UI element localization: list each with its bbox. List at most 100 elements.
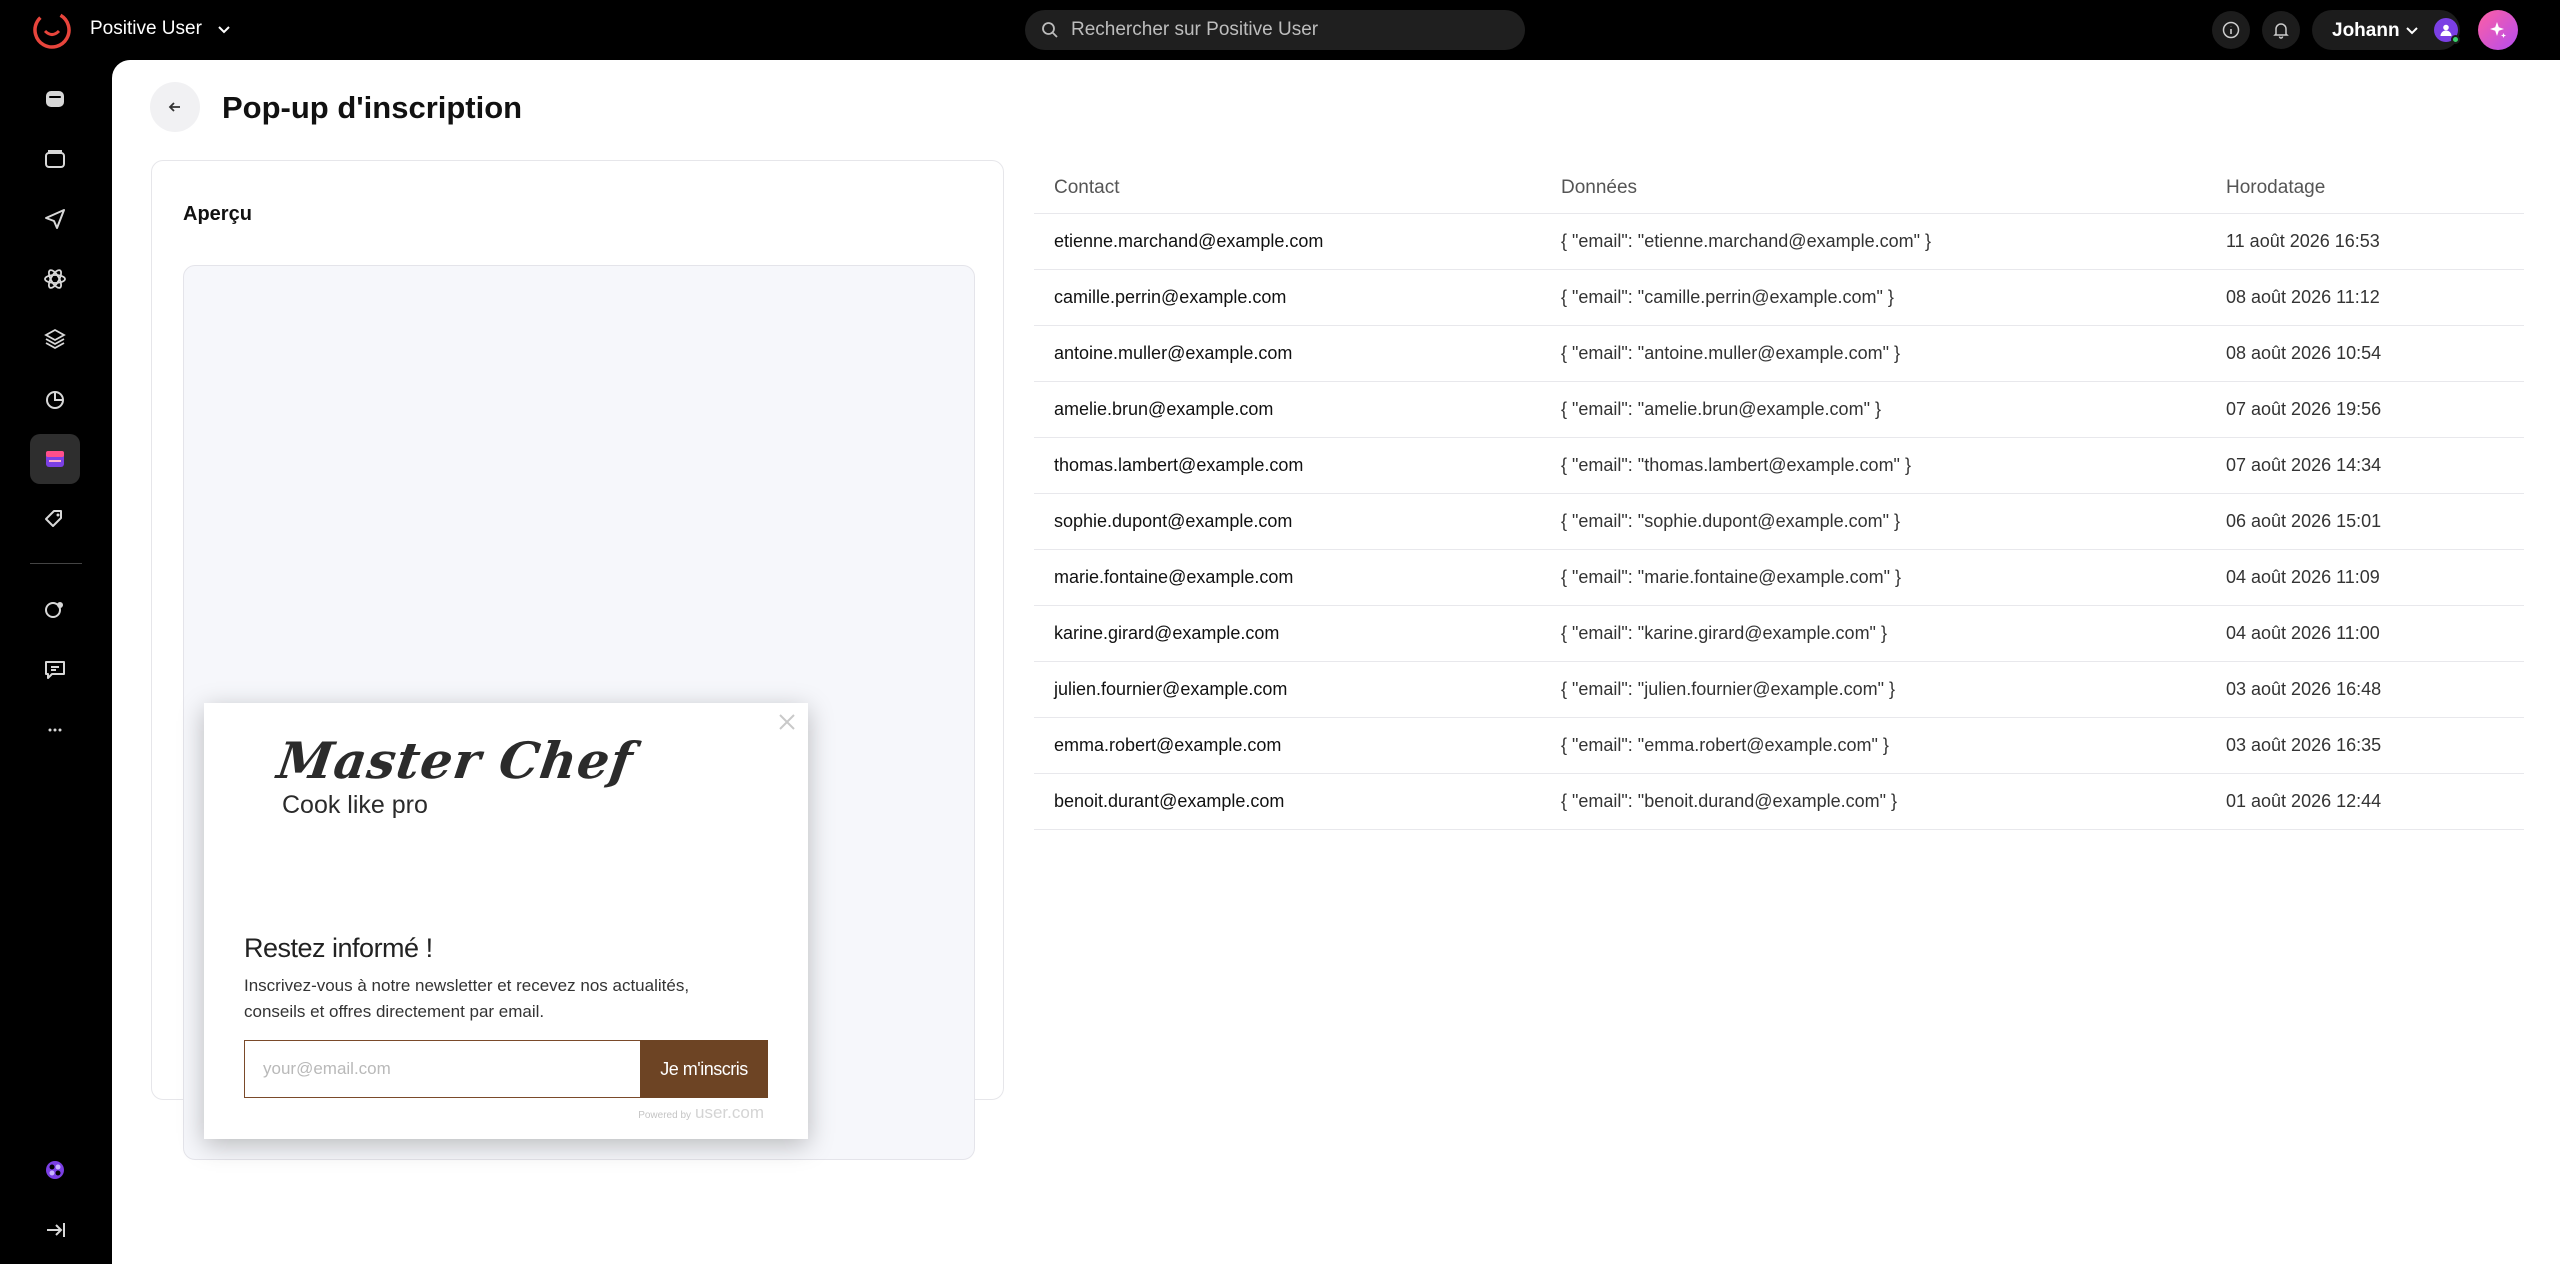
contact-cell[interactable]: marie.fontaine@example.com bbox=[1054, 567, 1293, 588]
user-name: Johann bbox=[2332, 20, 2400, 41]
sidebar-item-layers[interactable] bbox=[30, 314, 80, 364]
popup-tagline: Cook like pro bbox=[282, 791, 428, 819]
table-row[interactable]: thomas.lambert@example.com { "email": "th… bbox=[1034, 438, 2524, 494]
tags-icon bbox=[45, 510, 62, 527]
sidebar-item-more[interactable] bbox=[30, 705, 80, 755]
contact-cell[interactable]: antoine.muller@example.com bbox=[1054, 343, 1292, 364]
data-cell: { "email": "benoit.durand@example.com" } bbox=[1561, 791, 1898, 811]
contact-cell[interactable]: benoit.durant@example.com bbox=[1054, 791, 1284, 812]
data-cell: { "email": "antoine.muller@example.com" … bbox=[1561, 343, 1900, 363]
table-row[interactable]: sophie.dupont@example.com { "email": "sop… bbox=[1034, 494, 2524, 550]
popup-description: Inscrivez-vous à notre newsletter et rec… bbox=[244, 976, 690, 1021]
popup-subscribe-button[interactable]: Je m'inscris bbox=[640, 1040, 768, 1098]
atom-icon bbox=[44, 269, 66, 289]
sidebar-item-folder[interactable] bbox=[30, 134, 80, 184]
contact-cell[interactable]: amelie.brun@example.com bbox=[1054, 399, 1273, 420]
sidebar-item-popups[interactable] bbox=[30, 434, 80, 484]
timestamp-cell: 03 août 2026 16:35 bbox=[2226, 735, 2382, 755]
popup-heading: Restez informé ! bbox=[244, 933, 433, 963]
column-header-contact[interactable]: Contact bbox=[1054, 177, 1119, 199]
user-icon bbox=[2440, 24, 2452, 36]
preview-title: Aperçu bbox=[183, 203, 252, 225]
app-logo-icon[interactable] bbox=[32, 10, 72, 50]
contact-cell[interactable]: emma.robert@example.com bbox=[1054, 735, 1281, 756]
folder-icon bbox=[45, 150, 65, 168]
table-row[interactable]: karine.girard@example.com { "email": "kar… bbox=[1034, 606, 2524, 662]
timestamp-cell: 07 août 2026 14:34 bbox=[2226, 455, 2382, 475]
popup-brand: Master Chef bbox=[273, 731, 638, 790]
main-content: Pop-up d'inscription Aperçu Master Chef … bbox=[112, 60, 2560, 1264]
signup-popup: Master Chef Cook like pro Restez informé… bbox=[204, 703, 808, 1139]
contact-cell[interactable]: karine.girard@example.com bbox=[1054, 623, 1279, 644]
sidebar-item-reports[interactable] bbox=[30, 374, 80, 424]
app-name[interactable]: Positive User bbox=[90, 18, 202, 40]
table-row[interactable]: julien.fournier@example.com { "email": "j… bbox=[1034, 662, 2524, 718]
preview-canvas: Master Chef Cook like pro Restez informé… bbox=[183, 265, 975, 1160]
online-status-dot bbox=[2451, 35, 2460, 44]
timestamp-cell: 04 août 2026 11:09 bbox=[2226, 567, 2380, 587]
data-cell: { "email": "emma.robert@example.com" } bbox=[1561, 735, 1889, 755]
powered-by-label: Powered by bbox=[638, 1110, 692, 1121]
avatar bbox=[2434, 18, 2460, 44]
info-icon bbox=[2222, 21, 2240, 39]
contact-cell[interactable]: etienne.marchand@example.com bbox=[1054, 231, 1323, 252]
close-icon[interactable] bbox=[774, 709, 800, 735]
powered-by: Powered by user.com bbox=[638, 1103, 764, 1123]
sidebar-item-contacts[interactable] bbox=[30, 585, 80, 635]
info-button[interactable] bbox=[2212, 11, 2250, 49]
sidebar-item-automation[interactable] bbox=[30, 254, 80, 304]
logout-icon bbox=[47, 1223, 65, 1237]
table-row[interactable]: antoine.muller@example.com { "email": "an… bbox=[1034, 326, 2524, 382]
topbar: Positive User Johann bbox=[0, 0, 2560, 60]
sidebar-item-campaigns[interactable] bbox=[30, 194, 80, 244]
sidebar-item-logout[interactable] bbox=[30, 1205, 80, 1255]
data-cell: { "email": "julien.fournier@example.com"… bbox=[1561, 679, 1895, 699]
sparkle-icon bbox=[2490, 22, 2506, 38]
timestamp-cell: 08 août 2026 11:12 bbox=[2226, 287, 2380, 307]
timestamp-cell: 08 août 2026 10:54 bbox=[2226, 343, 2382, 363]
sidebar-item-tags[interactable] bbox=[30, 494, 80, 544]
table-row[interactable]: camille.perrin@example.com { "email": "ca… bbox=[1034, 270, 2524, 326]
more-icon bbox=[48, 728, 62, 732]
inbox-icon bbox=[46, 91, 64, 107]
timestamp-cell: 07 août 2026 19:56 bbox=[2226, 399, 2382, 419]
table-row[interactable]: marie.fontaine@example.com { "email": "ma… bbox=[1034, 550, 2524, 606]
powered-by-brand: user.com bbox=[695, 1103, 764, 1122]
user-menu[interactable]: Johann bbox=[2312, 10, 2460, 50]
page-title: Pop-up d'inscription bbox=[222, 90, 523, 125]
sidebar-item-chat[interactable] bbox=[30, 645, 80, 695]
data-cell: { "email": "amelie.brun@example.com" } bbox=[1561, 399, 1881, 419]
data-cell: { "email": "camille.perrin@example.com" … bbox=[1561, 287, 1894, 307]
table-row[interactable]: etienne.marchand@example.com { "email": "… bbox=[1034, 214, 2524, 270]
search-icon bbox=[1042, 22, 1058, 38]
chat-settings-icon bbox=[45, 661, 65, 679]
bell-icon bbox=[2273, 23, 2289, 39]
search-bar[interactable] bbox=[1025, 10, 1525, 50]
table-row[interactable]: emma.robert@example.com { "email": "emma.… bbox=[1034, 718, 2524, 774]
table-row[interactable]: amelie.brun@example.com { "email": "ameli… bbox=[1034, 382, 2524, 438]
notifications-button[interactable] bbox=[2262, 11, 2300, 49]
column-header-timestamp[interactable]: Horodatage bbox=[2226, 177, 2325, 199]
sidebar-item-inbox[interactable] bbox=[30, 74, 80, 124]
search-input[interactable] bbox=[1071, 10, 1511, 50]
send-icon bbox=[45, 209, 65, 229]
data-cell: { "email": "sophie.dupont@example.com" } bbox=[1561, 511, 1901, 531]
arrow-left-icon bbox=[168, 102, 180, 112]
chevron-down-icon[interactable] bbox=[215, 20, 233, 38]
data-cell: { "email": "marie.fontaine@example.com" … bbox=[1561, 567, 1901, 587]
contact-cell[interactable]: camille.perrin@example.com bbox=[1054, 287, 1286, 308]
back-button[interactable] bbox=[150, 82, 200, 132]
contact-cell[interactable]: thomas.lambert@example.com bbox=[1054, 455, 1303, 476]
table-header: Contact Données Horodatage bbox=[1034, 160, 2524, 214]
table-row[interactable]: benoit.durant@example.com { "email": "ben… bbox=[1034, 774, 2524, 830]
sidebar-item-integrations[interactable] bbox=[30, 1145, 80, 1195]
sidebar-divider bbox=[30, 563, 82, 564]
ai-assistant-button[interactable] bbox=[2478, 10, 2518, 50]
contact-cell[interactable]: julien.fournier@example.com bbox=[1054, 679, 1287, 700]
integration-icon bbox=[46, 1161, 64, 1179]
column-header-data[interactable]: Données bbox=[1561, 177, 1637, 199]
contact-cell[interactable]: sophie.dupont@example.com bbox=[1054, 511, 1292, 532]
submissions-table: Contact Données Horodatage etienne.march… bbox=[1034, 160, 2524, 830]
popup-email-field[interactable] bbox=[244, 1040, 640, 1098]
layers-icon bbox=[44, 328, 66, 350]
